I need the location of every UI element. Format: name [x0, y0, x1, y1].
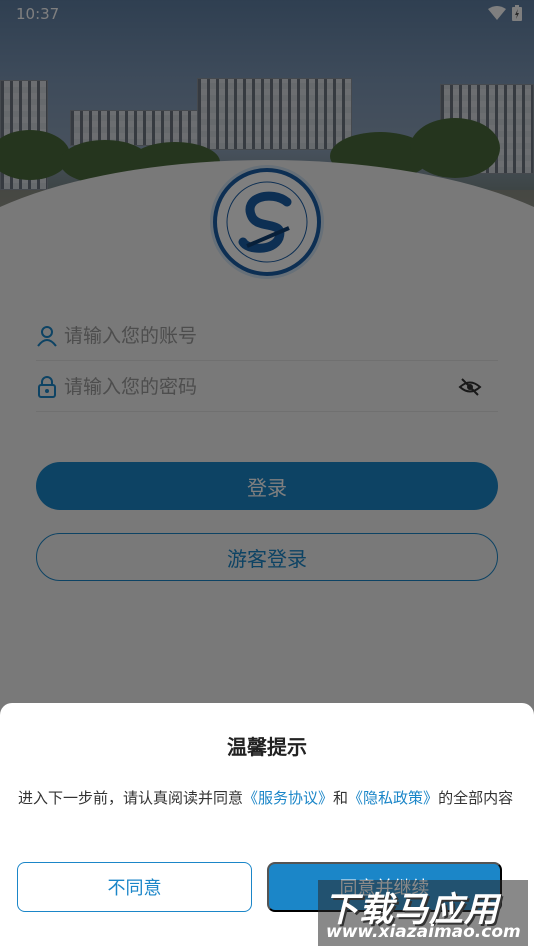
dialog-text-and: 和: [333, 789, 349, 807]
service-agreement-link[interactable]: 《服务协议》: [243, 789, 333, 807]
dialog-message: 进入下一步前，请认真阅读并同意《服务协议》和《隐私政策》的全部内容: [18, 785, 518, 811]
dialog-title: 温馨提示: [227, 735, 307, 759]
disagree-button[interactable]: 不同意: [17, 862, 252, 912]
watermark-url: www.xiazaimao.com: [326, 922, 521, 942]
watermark-logo: 下载马应用 www.xiazaimao.com: [318, 880, 528, 946]
dialog-text-before: 进入下一步前，请认真阅读并同意: [18, 789, 244, 807]
dialog-text-after: 的全部内容: [438, 789, 514, 807]
privacy-policy-link[interactable]: 《隐私政策》: [348, 789, 438, 807]
